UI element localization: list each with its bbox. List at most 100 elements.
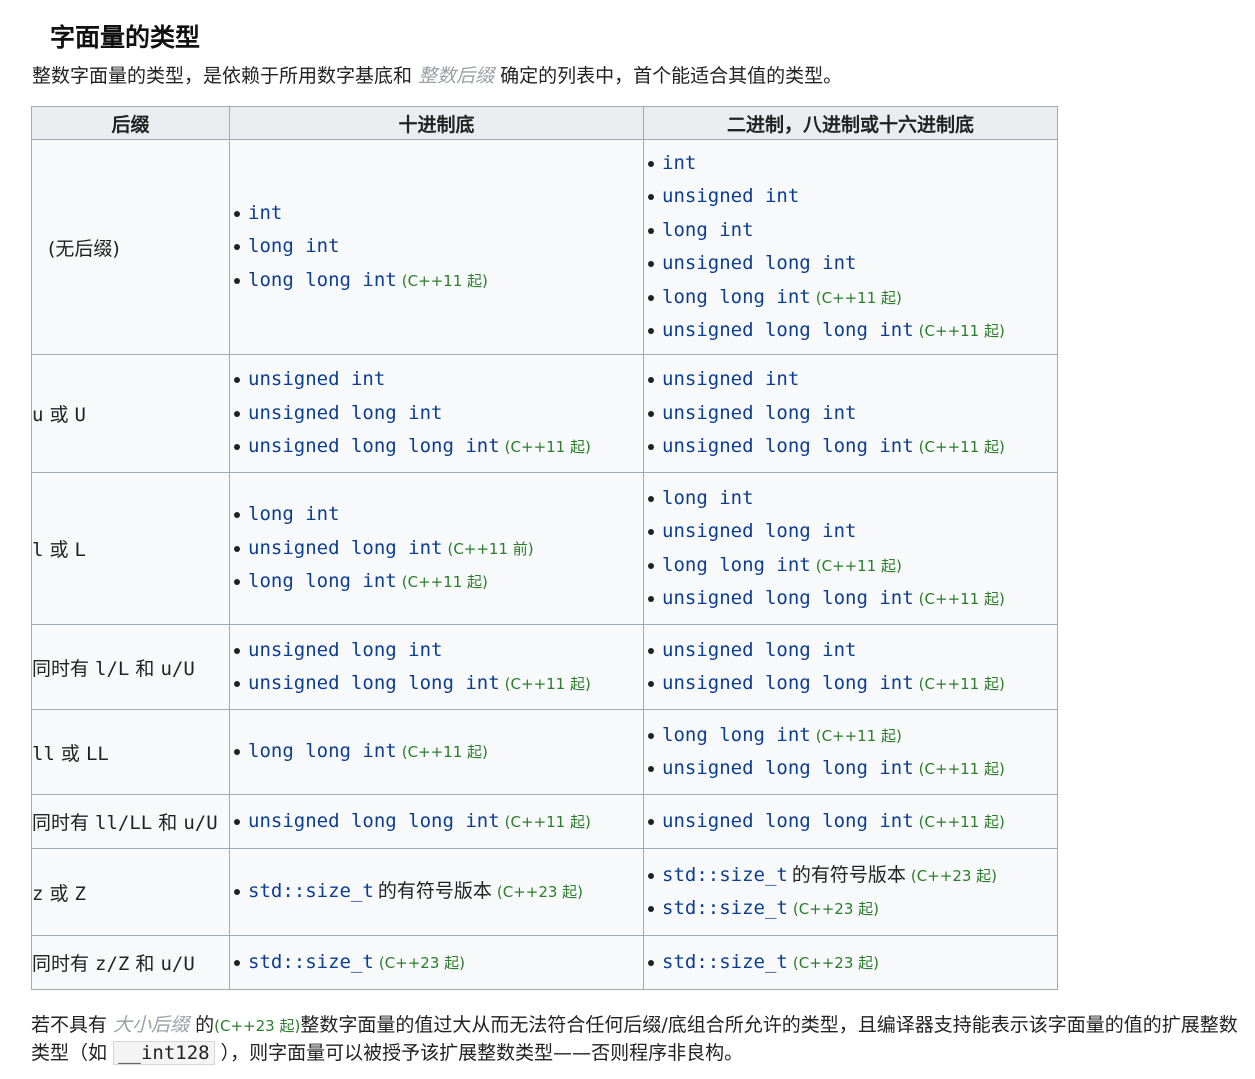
suffix-text: 和 bbox=[152, 812, 184, 834]
type-name-link[interactable]: int bbox=[248, 202, 282, 224]
type-name-link[interactable]: long long int bbox=[662, 286, 811, 308]
type-name-link[interactable]: unsigned int bbox=[662, 185, 799, 207]
version-note: (C++11 起) bbox=[918, 812, 1005, 831]
version-note: (C++11 起) bbox=[401, 573, 488, 592]
suffix-code: ll/LL bbox=[95, 812, 153, 834]
type-name-link[interactable]: unsigned long int bbox=[662, 402, 856, 424]
type-name-link[interactable]: unsigned int bbox=[248, 368, 385, 390]
type-name-link[interactable]: unsigned long long int bbox=[248, 810, 500, 832]
type-name-link[interactable]: long long int bbox=[662, 554, 811, 576]
type-name-link[interactable]: std::size_t bbox=[662, 864, 788, 886]
suffix-code: l bbox=[32, 539, 44, 561]
type-list-item: std::size_t 的有符号版本 (C++23 起) bbox=[234, 875, 643, 909]
suffix-text: 同时有 bbox=[32, 953, 96, 975]
suffix-cell: 同时有 ll/LL 和 u/U bbox=[31, 794, 230, 849]
version-note: (C++11 前) bbox=[447, 539, 534, 558]
type-list-item: unsigned long long int (C++11 起) bbox=[648, 752, 1057, 786]
footer-text-2: 的 bbox=[195, 1014, 215, 1036]
suffix-cell: (无后缀) bbox=[31, 139, 230, 355]
type-list-item: unsigned long long int (C++11 起) bbox=[648, 582, 1057, 616]
footer-note: 若不具有 大小后缀 的(C++23 起)整数字面量的值过大从而无法符合任何后缀/… bbox=[31, 1012, 1241, 1067]
type-name-link[interactable]: unsigned long long int bbox=[662, 319, 914, 341]
type-list-item: unsigned long int bbox=[648, 247, 1057, 281]
suffix-cell: ll 或 LL bbox=[31, 709, 230, 795]
table-row: z 或 Z std::size_t 的有符号版本 (C++23 起) std::si… bbox=[31, 848, 1058, 936]
type-name-link[interactable]: long int bbox=[662, 487, 754, 509]
type-name-link[interactable]: unsigned long int bbox=[248, 639, 442, 661]
type-list-item: unsigned long long int (C++11 起) bbox=[648, 805, 1057, 839]
type-name-link[interactable]: unsigned long long int bbox=[662, 587, 914, 609]
type-list-item: unsigned long int bbox=[648, 397, 1057, 431]
version-note: (C++11 起) bbox=[504, 812, 591, 831]
type-name-link[interactable]: unsigned long int bbox=[662, 252, 856, 274]
type-name-link[interactable]: long long int bbox=[662, 724, 811, 746]
type-name-link[interactable]: unsigned long long int bbox=[248, 435, 500, 457]
suffix-code: LL bbox=[85, 742, 109, 765]
type-list-item: unsigned long long int (C++11 起) bbox=[234, 430, 643, 464]
type-list-item: long int bbox=[648, 482, 1057, 516]
other-base-types-cell: unsigned long int unsigned long long int(… bbox=[643, 624, 1058, 710]
type-list-item: unsigned int bbox=[234, 363, 643, 397]
decimal-types-cell: std::size_t 的有符号版本 (C++23 起) bbox=[229, 848, 644, 936]
type-list-item: unsigned int bbox=[648, 363, 1057, 397]
suffix-cell: z 或 Z bbox=[31, 848, 230, 936]
suffix-text: 和 bbox=[129, 657, 161, 680]
type-name-link[interactable]: unsigned long long int bbox=[662, 435, 914, 457]
type-name-link[interactable]: unsigned long long int bbox=[662, 672, 914, 694]
other-base-types-cell: long int unsigned long int long long int (C… bbox=[643, 472, 1058, 625]
type-list-item: long long int (C++11 起) bbox=[648, 281, 1057, 315]
type-list-item: unsigned long long int (C++11 起) bbox=[234, 805, 643, 839]
type-name-link[interactable]: long int bbox=[662, 219, 754, 241]
version-note: (C++11 起) bbox=[504, 438, 591, 457]
type-name-link[interactable]: long int bbox=[248, 235, 340, 257]
type-name-link[interactable]: std::size_t bbox=[662, 951, 788, 973]
suffix-code: Z bbox=[74, 882, 86, 905]
type-name-link[interactable]: long long int bbox=[248, 570, 397, 592]
intro-paragraph: 整数字面量的类型，是依赖于所用数字基底和 整数后缀 确定的列表中，首个能适合其值… bbox=[32, 61, 842, 88]
version-note: (C++11 起) bbox=[401, 743, 488, 762]
other-base-types-cell: int unsigned int long int unsigned long int… bbox=[643, 139, 1058, 355]
suffix-code: l/L bbox=[95, 657, 130, 680]
type-name-link[interactable]: std::size_t bbox=[662, 897, 788, 919]
suffix-cell: u 或 U bbox=[31, 354, 230, 473]
suffix-code: u/U bbox=[160, 953, 195, 975]
version-note: (C++11 起) bbox=[918, 760, 1005, 778]
type-name-link[interactable]: long long int bbox=[248, 740, 397, 762]
type-list-item: long int bbox=[234, 230, 643, 264]
version-note: (C++11 起) bbox=[815, 726, 902, 745]
type-name-link[interactable]: unsigned long long int bbox=[662, 757, 914, 779]
type-list-item: unsigned long int bbox=[234, 634, 643, 668]
type-name-link[interactable]: unsigned int bbox=[662, 368, 799, 390]
type-name-link[interactable]: unsigned long int bbox=[248, 537, 442, 559]
version-note: (C++23 起) bbox=[792, 900, 880, 918]
type-list-item: long long int (C++11 起) bbox=[234, 264, 643, 298]
intro-text-after: 确定的列表中，首个能适合其值的类型。 bbox=[500, 65, 843, 87]
type-extra-text: 的有符号版本 bbox=[791, 863, 906, 886]
type-name-link[interactable]: unsigned long long int bbox=[662, 810, 914, 832]
type-name-link[interactable]: int bbox=[662, 152, 696, 174]
type-list-item: long int bbox=[648, 214, 1057, 248]
type-list-item: long long int (C++11 起) bbox=[648, 549, 1057, 583]
suffix-code: L bbox=[74, 539, 86, 561]
type-name-link[interactable]: unsigned long int bbox=[662, 639, 856, 661]
version-note: (C++23 起) bbox=[792, 953, 880, 972]
version-note: (C++23 起) bbox=[496, 883, 584, 902]
type-name-link[interactable]: unsigned long int bbox=[248, 402, 442, 424]
page-title: 字面量的类型 bbox=[50, 23, 201, 52]
suffix-text: 同时有 bbox=[32, 812, 96, 834]
other-base-types-cell: long long int (C++11 起) unsigned long long… bbox=[643, 709, 1058, 795]
version-note: (C++11 起) bbox=[815, 556, 902, 575]
type-name-link[interactable]: long int bbox=[248, 503, 340, 525]
version-note: (C++23 起) bbox=[910, 866, 998, 885]
type-name-link[interactable]: unsigned long long int bbox=[248, 672, 500, 694]
header-suffix: 后缀 bbox=[31, 106, 230, 140]
table-row: 同时有 z/Z 和 u/U std::size_t (C++23 起) std::… bbox=[31, 935, 1058, 990]
type-name-link[interactable]: long long int bbox=[248, 269, 397, 291]
other-base-types-cell: unsigned int unsigned long int unsigned lo… bbox=[643, 354, 1058, 473]
size-suffix-link[interactable]: 大小后缀 bbox=[113, 1014, 189, 1036]
type-name-link[interactable]: unsigned long int bbox=[662, 520, 856, 542]
type-name-link[interactable]: std::size_t bbox=[248, 951, 374, 973]
type-name-link[interactable]: std::size_t bbox=[248, 880, 374, 902]
integer-suffix-link[interactable]: 整数后缀 bbox=[418, 65, 494, 87]
type-list-item: std::size_t (C++23 起) bbox=[234, 946, 643, 980]
